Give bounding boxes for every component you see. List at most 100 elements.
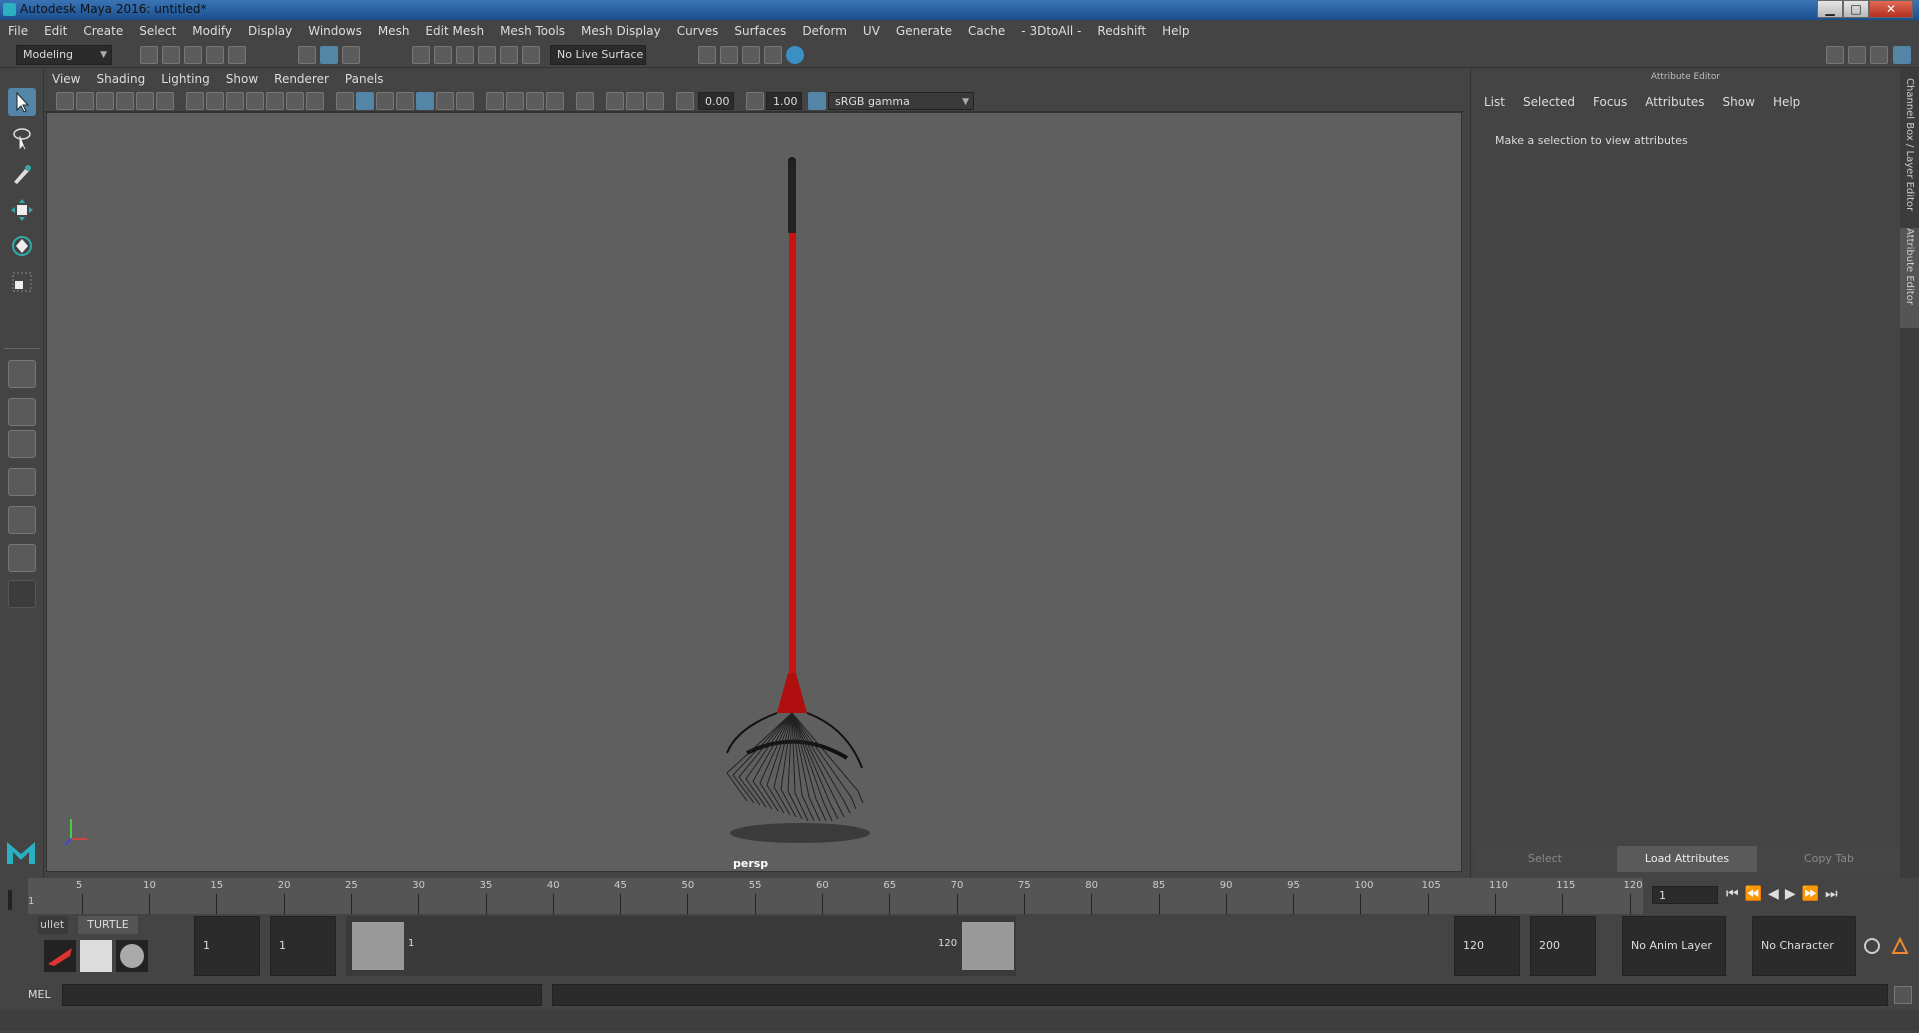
grid-icon[interactable] xyxy=(186,92,204,110)
exposure-icon[interactable] xyxy=(676,92,694,110)
safe-action-icon[interactable] xyxy=(286,92,304,110)
new-scene-icon[interactable] xyxy=(140,46,158,64)
wireframe-on-shaded-icon[interactable] xyxy=(416,92,434,110)
maximize-button[interactable]: □ xyxy=(1843,0,1869,18)
range-end-handle[interactable] xyxy=(962,922,1014,970)
attribute-editor-tab[interactable]: Attribute Editor xyxy=(1900,228,1919,328)
ae-tab-attributes[interactable]: Attributes xyxy=(1636,92,1713,112)
color-space-dropdown[interactable]: sRGB gamma ▼ xyxy=(828,92,974,110)
menu-edit-mesh[interactable]: Edit Mesh xyxy=(417,20,492,42)
menu-modify[interactable]: Modify xyxy=(184,20,240,42)
menu-mesh[interactable]: Mesh xyxy=(370,20,418,42)
viewport-menu-shading[interactable]: Shading xyxy=(88,68,153,90)
current-frame-field[interactable]: 1 xyxy=(1652,886,1718,904)
menu-generate[interactable]: Generate xyxy=(888,20,960,42)
render-view-icon[interactable] xyxy=(698,46,716,64)
camera-lock-icon[interactable] xyxy=(76,92,94,110)
open-scene-icon[interactable] xyxy=(162,46,180,64)
film-gate-icon[interactable] xyxy=(206,92,224,110)
lasso-tool-icon[interactable] xyxy=(8,124,36,152)
time-slider[interactable]: 1 5 10 15 20 25 30 35 40 45 50 55 60 65 70 75 80 85 90 95 1… xyxy=(0,878,1919,914)
menu-help[interactable]: Help xyxy=(1154,20,1197,42)
antialiasing-icon[interactable] xyxy=(546,92,564,110)
image-plane-icon[interactable] xyxy=(116,92,134,110)
range-slider[interactable]: 1 120 xyxy=(346,916,1016,976)
rotate-tool-icon[interactable] xyxy=(8,232,36,260)
camera-icon[interactable] xyxy=(56,92,74,110)
snap-grid-icon[interactable] xyxy=(412,46,430,64)
ipr-render-icon[interactable] xyxy=(742,46,760,64)
go-to-start-icon[interactable]: ⏮ xyxy=(1726,886,1745,902)
shadows-icon[interactable] xyxy=(486,92,504,110)
turtle-sphere-icon[interactable] xyxy=(116,940,148,972)
shelf-tab-bullet[interactable]: ullet xyxy=(38,916,68,934)
animation-prefs-icon[interactable] xyxy=(1890,936,1910,956)
outliner-persp-layout-icon[interactable] xyxy=(8,468,36,496)
menu-uv[interactable]: UV xyxy=(855,20,888,42)
twod-pan-icon[interactable] xyxy=(136,92,154,110)
select-hierarchy-icon[interactable] xyxy=(298,46,316,64)
xray-joints-icon[interactable] xyxy=(456,92,474,110)
paint-select-tool-icon[interactable] xyxy=(8,160,36,188)
more-layouts-icon[interactable] xyxy=(8,580,36,608)
playback-end-field[interactable]: 120 xyxy=(1454,916,1520,976)
redo-icon[interactable] xyxy=(228,46,246,64)
live-surface-field[interactable]: No Live Surface xyxy=(550,45,646,65)
ae-tab-show[interactable]: Show xyxy=(1714,92,1764,112)
isolate-select-icon[interactable] xyxy=(576,92,594,110)
snap-point-icon[interactable] xyxy=(456,46,474,64)
viewport-menu-renderer[interactable]: Renderer xyxy=(266,68,337,90)
turtle-baking-icon[interactable] xyxy=(80,940,112,972)
hud-icon[interactable] xyxy=(606,92,624,110)
snap-surface-icon[interactable] xyxy=(500,46,518,64)
scale-tool-icon[interactable] xyxy=(8,268,36,296)
select-button[interactable]: Select xyxy=(1475,846,1615,872)
render-settings-icon[interactable] xyxy=(764,46,782,64)
move-tool-icon[interactable] xyxy=(8,196,36,224)
gamma-field[interactable]: 1.00 xyxy=(766,92,802,110)
color-management-icon[interactable] xyxy=(808,92,826,110)
shelf-tab-turtle[interactable]: TURTLE xyxy=(78,916,138,934)
screen-space-ao-icon[interactable] xyxy=(506,92,524,110)
play-backward-icon[interactable]: ◀ xyxy=(1768,886,1785,902)
safe-title-icon[interactable] xyxy=(306,92,324,110)
menu-mesh-display[interactable]: Mesh Display xyxy=(573,20,669,42)
motion-blur-icon[interactable] xyxy=(526,92,544,110)
ae-tab-list[interactable]: List xyxy=(1475,92,1514,112)
menu-redshift[interactable]: Redshift xyxy=(1089,20,1154,42)
default-lighting-icon[interactable] xyxy=(376,92,394,110)
viewport-menu-panels[interactable]: Panels xyxy=(337,68,392,90)
time-slider-handle[interactable] xyxy=(8,890,12,910)
snap-edge-icon[interactable] xyxy=(522,46,540,64)
menu-cache[interactable]: Cache xyxy=(960,20,1013,42)
render-frame-icon[interactable] xyxy=(720,46,738,64)
time-ruler[interactable]: 1 5 10 15 20 25 30 35 40 45 50 55 60 65 70 75 80 85 90 95 1… xyxy=(28,878,1643,914)
gate-mask-icon[interactable] xyxy=(246,92,264,110)
ae-tab-focus[interactable]: Focus xyxy=(1584,92,1636,112)
close-button[interactable]: ✕ xyxy=(1869,0,1913,18)
field-chart-icon[interactable] xyxy=(266,92,284,110)
tool-settings-icon[interactable] xyxy=(1870,46,1888,64)
menu-windows[interactable]: Windows xyxy=(300,20,370,42)
end-frame-field[interactable]: 200 xyxy=(1530,916,1596,976)
command-input[interactable] xyxy=(62,984,542,1006)
step-forward-key-icon[interactable]: ⏩ xyxy=(1802,886,1825,902)
grease-pencil-icon[interactable] xyxy=(156,92,174,110)
step-back-key-icon[interactable]: ⏪ xyxy=(1745,886,1768,902)
viewport-menu-lighting[interactable]: Lighting xyxy=(153,68,218,90)
smooth-shade-icon[interactable] xyxy=(356,92,374,110)
save-scene-icon[interactable] xyxy=(184,46,202,64)
mode-dropdown[interactable]: Modeling ▼ xyxy=(16,45,112,65)
play-forward-icon[interactable]: ▶ xyxy=(1785,886,1802,902)
wireframe-icon[interactable] xyxy=(336,92,354,110)
range-start-handle[interactable] xyxy=(352,922,404,970)
go-to-end-icon[interactable]: ⏭ xyxy=(1825,886,1844,902)
select-tool-icon[interactable] xyxy=(8,88,36,116)
menu-curves[interactable]: Curves xyxy=(669,20,727,42)
viewport-persp[interactable]: persp xyxy=(46,112,1462,872)
undo-icon[interactable] xyxy=(206,46,224,64)
select-component-icon[interactable] xyxy=(342,46,360,64)
hypershade-icon[interactable] xyxy=(786,46,804,64)
menu-file[interactable]: File xyxy=(0,20,36,42)
viewport-menu-show[interactable]: Show xyxy=(218,68,266,90)
